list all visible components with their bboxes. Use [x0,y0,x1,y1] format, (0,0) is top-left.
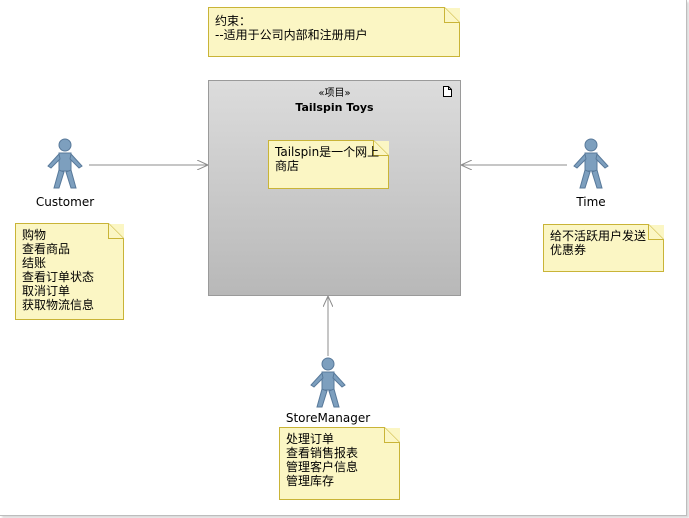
project-stereotype: «项目» [318,88,351,99]
customer-task: 获取物流信息 [22,298,95,312]
time-task: 优惠券 [550,243,587,257]
constraint-note[interactable]: 约束： --适用于公司内部和注册用户 [208,7,460,57]
customer-actor-name[interactable]: Customer [25,195,105,209]
time-task: 给不活跃用户发送 [550,229,647,243]
constraint-title: 约束： [215,14,252,28]
customer-task: 购物 [22,228,47,242]
document-icon [443,86,452,97]
project-note[interactable]: Tailspin是一个网上 商店 [268,140,389,189]
manager-task: 管理库存 [286,474,335,488]
customer-task: 结账 [22,256,47,270]
customer-task: 查看订单状态 [22,270,95,284]
manager-task: 查看销售报表 [286,446,359,460]
storemanager-actor-icon[interactable] [308,357,348,409]
project-note-line: 商店 [275,159,300,173]
time-actor-name[interactable]: Time [551,195,631,209]
constraint-text: --适用于公司内部和注册用户 [215,28,368,42]
storemanager-note[interactable]: 处理订单 查看销售报表 管理客户信息 管理库存 [279,427,400,500]
manager-task: 处理订单 [286,432,335,446]
customer-task: 取消订单 [22,284,71,298]
storemanager-actor-name[interactable]: StoreManager [278,411,378,425]
project-box[interactable]: «项目» Tailspin Toys Tailspin是一个网上 商店 [208,80,461,296]
project-title: Tailspin Toys [295,101,374,114]
manager-task: 管理客户信息 [286,460,359,474]
customer-task: 查看商品 [22,242,71,256]
customer-note[interactable]: 购物 查看商品 结账 查看订单状态 取消订单 获取物流信息 [15,223,124,320]
customer-actor-icon[interactable] [45,138,85,190]
project-note-line: Tailspin是一个网上 [275,145,380,159]
time-actor-icon[interactable] [571,138,611,190]
time-note[interactable]: 给不活跃用户发送 优惠券 [543,224,664,272]
